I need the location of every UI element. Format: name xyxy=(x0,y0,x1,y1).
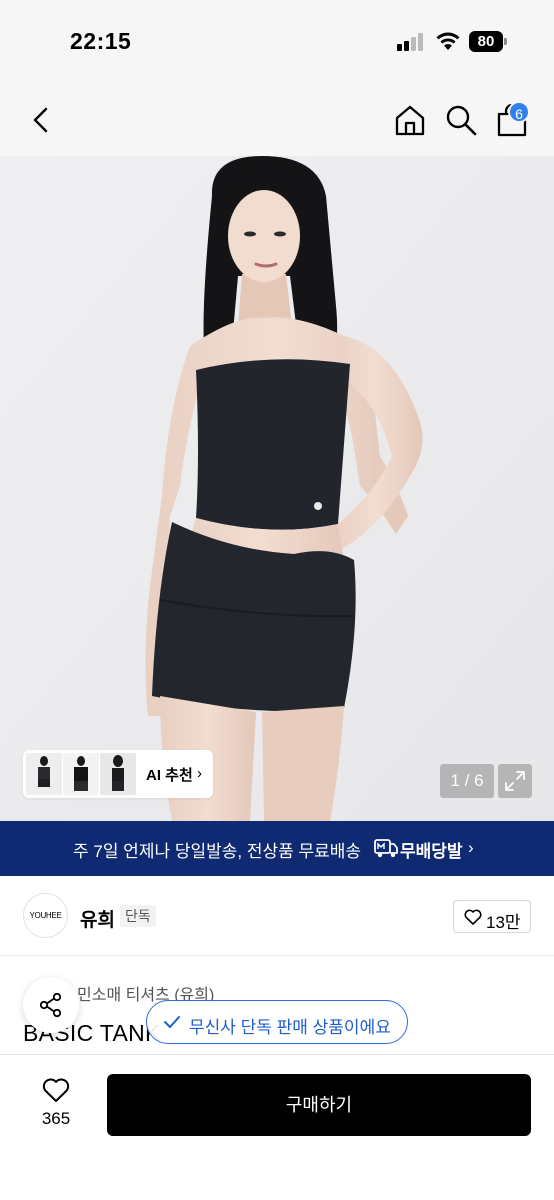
delivery-text: 주 7일 언제나 당일발송, 전상품 무료배송 xyxy=(73,842,362,861)
wifi-icon xyxy=(436,32,460,50)
product-like-button[interactable]: 365 xyxy=(26,1073,86,1133)
brand-like-button[interactable]: 13만 xyxy=(453,900,531,933)
buy-button[interactable]: 구매하기 xyxy=(107,1074,531,1136)
heart-icon xyxy=(42,1078,70,1102)
ai-thumbnail-2 xyxy=(63,753,99,795)
bottom-action-bar: 365 구매하기 xyxy=(0,1054,554,1200)
back-arrow-icon[interactable] xyxy=(24,102,60,138)
cart-count-badge: 6 xyxy=(508,101,530,123)
product-image-carousel[interactable]: AI 추천 › 1 / 6 xyxy=(0,156,554,821)
product-photo xyxy=(0,156,554,821)
expand-icon xyxy=(505,771,525,791)
ai-recommend-button[interactable]: AI 추천 › xyxy=(23,750,213,798)
chevron-right-icon: › xyxy=(468,838,474,857)
delivery-brand-label: 무배당발 xyxy=(400,842,463,861)
share-button[interactable] xyxy=(23,977,79,1033)
brand-logo[interactable]: YOUHEE xyxy=(23,893,68,938)
exclusive-toast: 무신사 단독 판매 상품이에요 xyxy=(146,1000,408,1044)
delivery-banner[interactable]: 주 7일 언제나 당일발송, 전상품 무료배송 무배당발 › xyxy=(0,821,554,876)
exclusive-tag: 단독 xyxy=(120,905,156,927)
status-time: 22:15 xyxy=(70,28,132,54)
status-bar: 22:15 80 xyxy=(0,0,554,84)
home-icon[interactable] xyxy=(392,102,428,138)
check-icon xyxy=(164,1016,180,1028)
brand-like-count: 13만 xyxy=(486,913,521,932)
ai-thumbnail-1 xyxy=(26,753,62,795)
ai-thumbnail-3 xyxy=(100,753,136,795)
cellular-signal-icon xyxy=(397,33,425,51)
toast-text: 무신사 단독 판매 상품이에요 xyxy=(189,1018,391,1037)
heart-icon xyxy=(464,909,482,925)
nav-bar xyxy=(0,84,554,156)
brand-name[interactable]: 유희 xyxy=(80,905,115,932)
share-icon xyxy=(39,992,62,1018)
delivery-truck-icon xyxy=(374,839,398,858)
battery-level: 80 xyxy=(469,31,503,52)
battery-icon: 80 xyxy=(469,31,507,52)
chevron-right-icon: › xyxy=(197,765,202,782)
expand-image-button[interactable] xyxy=(498,764,532,798)
image-page-indicator: 1 / 6 xyxy=(440,764,494,798)
ai-recommend-label: AI 추천 xyxy=(146,767,193,784)
search-icon[interactable] xyxy=(443,102,479,138)
product-like-count: 365 xyxy=(41,1109,71,1128)
brand-row: YOUHEE 유희 단독 13만 xyxy=(0,876,554,956)
